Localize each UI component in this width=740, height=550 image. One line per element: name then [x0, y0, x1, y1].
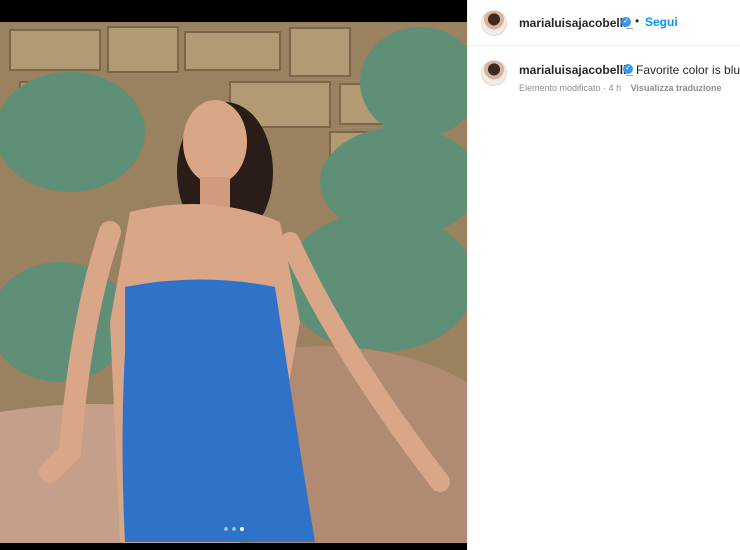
- carousel-indicator: [0, 527, 467, 531]
- post-image[interactable]: [0, 22, 467, 543]
- carousel-dot: [223, 527, 228, 531]
- verified-badge-icon: ✓: [623, 64, 633, 74]
- carousel-dot: [231, 527, 236, 531]
- avatar[interactable]: [481, 10, 507, 36]
- header-username[interactable]: marialuisajacobelli_: [519, 16, 633, 30]
- translate-link[interactable]: Visualizza traduzione: [631, 83, 722, 93]
- post-side-panel: marialuisajacobelli_ ✓ • Segui marialuis…: [468, 0, 740, 550]
- caption-comment: marialuisajacobelli_ ✓ Favorite color is…: [468, 46, 740, 106]
- photo-illustration: [0, 22, 467, 543]
- follow-button[interactable]: Segui: [645, 15, 678, 29]
- post-header: marialuisajacobelli_ ✓ • Segui: [468, 0, 740, 46]
- carousel-dot-active: [239, 527, 244, 531]
- top-letterbox: [0, 0, 467, 22]
- bottom-letterbox: [0, 543, 467, 550]
- avatar[interactable]: [481, 60, 507, 86]
- edited-label: Elemento modificato: [519, 83, 601, 93]
- caption-text: Favorite color is blue: [636, 63, 740, 77]
- caption-meta: Elemento modificato · 4 h Visualizza tra…: [519, 83, 721, 93]
- verified-badge-icon: ✓: [621, 17, 631, 27]
- caption-username[interactable]: marialuisajacobelli_: [519, 63, 633, 77]
- timestamp[interactable]: · 4 h: [603, 83, 621, 93]
- header-separator: •: [635, 14, 640, 28]
